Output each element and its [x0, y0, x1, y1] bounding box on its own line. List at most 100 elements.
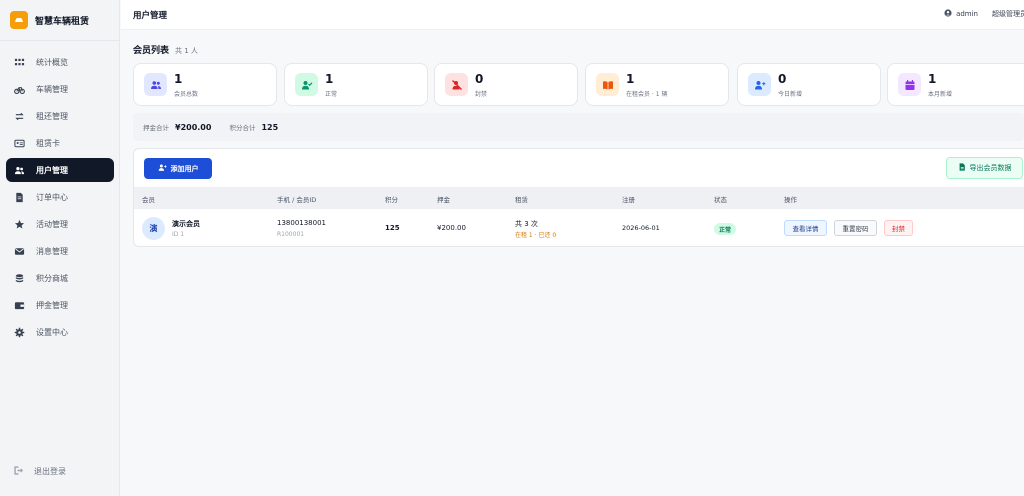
sidebar-item-users[interactable]: 用户管理: [6, 158, 114, 182]
sidebar-item-label: 消息管理: [36, 247, 68, 256]
page-title: 用户管理: [133, 11, 168, 21]
stat-value: 1: [928, 72, 937, 86]
list-count: 共 1 人: [175, 47, 198, 55]
deposit-total-label: 押金合计: [143, 124, 169, 132]
stat-label: 在租会员 · 1 辆: [626, 91, 668, 98]
sidebar-item-cards[interactable]: 租赁卡: [0, 130, 120, 157]
calendar-icon: [898, 73, 921, 96]
sidebar-item-events[interactable]: 活动管理: [0, 211, 120, 238]
export-members-button[interactable]: 导出会员数据: [946, 157, 1023, 179]
stat-label: 正常: [325, 91, 338, 98]
stat-card-banned: 0 封禁: [434, 63, 578, 106]
brand: 智慧车辆租赁: [10, 10, 89, 30]
member-deposit: ¥200.00: [437, 224, 466, 232]
member-points: 125: [385, 224, 400, 232]
stat-value: 0: [778, 72, 787, 86]
summary-bar: 押金合计 ¥200.00 积分合计 125: [133, 113, 1024, 141]
sidebar-item-label: 设置中心: [36, 328, 68, 337]
list-header: 会员列表 共 1 人: [133, 43, 198, 56]
sidebar-item-stats[interactable]: 统计概览: [0, 49, 120, 76]
sidebar-item-label: 车辆管理: [36, 85, 68, 94]
stat-card-month: 1 本月新增: [887, 63, 1024, 106]
column-header: 操作: [784, 196, 797, 204]
add-user-button[interactable]: 添加用户: [144, 158, 212, 179]
sidebar: 智慧车辆租赁 统计概览 车辆管理 租还管理 租赁卡 用户管理 订单中心 活动管理…: [0, 0, 120, 496]
user-menu[interactable]: admin 超级管理员: [944, 9, 1024, 19]
table-row: 演 演示会员 ID 1 13800138001 R100001 125 ¥200…: [134, 208, 1024, 247]
rent-total: 共 3 次: [515, 220, 538, 228]
status-badge: 正常: [714, 223, 737, 235]
sidebar-item-label: 租赁卡: [36, 139, 60, 148]
column-header: 会员: [142, 196, 155, 204]
column-header: 注册: [622, 196, 635, 204]
sidebar-item-label: 订单中心: [36, 193, 68, 202]
sidebar-item-label: 统计概览: [36, 58, 68, 67]
stat-value: 1: [626, 72, 635, 86]
member-phone: 13800138001: [277, 219, 326, 227]
column-header: 积分: [385, 196, 398, 204]
column-header: 状态: [714, 196, 727, 204]
sidebar-nav: 统计概览 车辆管理 租还管理 租赁卡 用户管理 订单中心 活动管理 消息管理 积…: [0, 49, 120, 346]
table-header: 会员 手机 / 会员ID 积分 押金 租赁 注册 状态 操作: [134, 187, 1024, 208]
bicycle-icon: [13, 83, 26, 96]
stat-value: 1: [325, 72, 334, 86]
sidebar-item-label: 积分商城: [36, 274, 68, 283]
stat-card-active: 1 正常: [284, 63, 428, 106]
document-icon: [13, 191, 26, 204]
sidebar-divider: [0, 40, 120, 41]
logout-label: 退出登录: [34, 467, 66, 476]
users-icon: [144, 73, 167, 96]
stat-value: 1: [174, 72, 183, 86]
sidebar-item-deposits[interactable]: 押金管理: [0, 292, 120, 319]
sidebar-item-label: 用户管理: [36, 165, 68, 175]
reset-password-button[interactable]: 重置密码: [834, 220, 877, 236]
sidebar-item-points-mall[interactable]: 积分商城: [0, 265, 120, 292]
member-number: R100001: [277, 231, 305, 238]
stat-label: 会员总数: [174, 91, 199, 98]
deposit-total-value: ¥200.00: [175, 122, 212, 132]
stat-card-renting: 1 在租会员 · 1 辆: [585, 63, 729, 106]
coins-icon: [13, 272, 26, 285]
grid-icon: [13, 56, 26, 69]
gear-icon: [13, 326, 26, 339]
stat-value: 0: [475, 72, 484, 86]
logout-button[interactable]: 退出登录: [13, 465, 66, 478]
points-total-label: 积分合计: [229, 124, 256, 132]
stat-label: 本月新增: [928, 91, 953, 98]
sidebar-item-vehicles[interactable]: 车辆管理: [0, 76, 120, 103]
stat-label: 今日新增: [778, 91, 803, 98]
member-name: 演示会员: [172, 220, 200, 228]
column-header: 租赁: [515, 196, 528, 204]
stat-card-today: 0 今日新增: [737, 63, 881, 106]
star-icon: [13, 218, 26, 231]
member-id: ID 1: [172, 231, 185, 238]
stat-label: 封禁: [475, 91, 488, 98]
sidebar-item-label: 租还管理: [36, 112, 68, 121]
sidebar-item-orders[interactable]: 订单中心: [0, 184, 120, 211]
avatar: 演: [142, 217, 165, 240]
export-label: 导出会员数据: [969, 164, 1012, 172]
id-card-icon: [13, 137, 26, 150]
book-open-icon: [596, 73, 619, 96]
file-export-icon: [958, 163, 966, 173]
mail-icon: [13, 245, 26, 258]
sidebar-item-label: 押金管理: [36, 301, 68, 310]
add-user-label: 添加用户: [170, 164, 199, 173]
stat-card-total: 1 会员总数: [133, 63, 277, 106]
rent-detail: 在租 1 · 已还 0: [515, 232, 557, 239]
user-check-icon: [295, 73, 318, 96]
sidebar-item-rentals[interactable]: 租还管理: [0, 103, 120, 130]
ban-button[interactable]: 封禁: [884, 220, 913, 236]
sidebar-item-messages[interactable]: 消息管理: [0, 238, 120, 265]
wallet-icon: [13, 299, 26, 312]
points-total-value: 125: [261, 122, 279, 132]
swap-icon: [13, 110, 26, 123]
view-details-button[interactable]: 查看详情: [784, 220, 827, 236]
username: admin: [956, 10, 978, 18]
users-icon: [13, 164, 26, 177]
topbar: 用户管理 admin 超级管理员: [121, 0, 1024, 30]
user-slash-icon: [445, 73, 468, 96]
column-header: 手机 / 会员ID: [277, 196, 317, 204]
column-header: 押金: [437, 196, 450, 204]
sidebar-item-settings[interactable]: 设置中心: [0, 319, 120, 346]
